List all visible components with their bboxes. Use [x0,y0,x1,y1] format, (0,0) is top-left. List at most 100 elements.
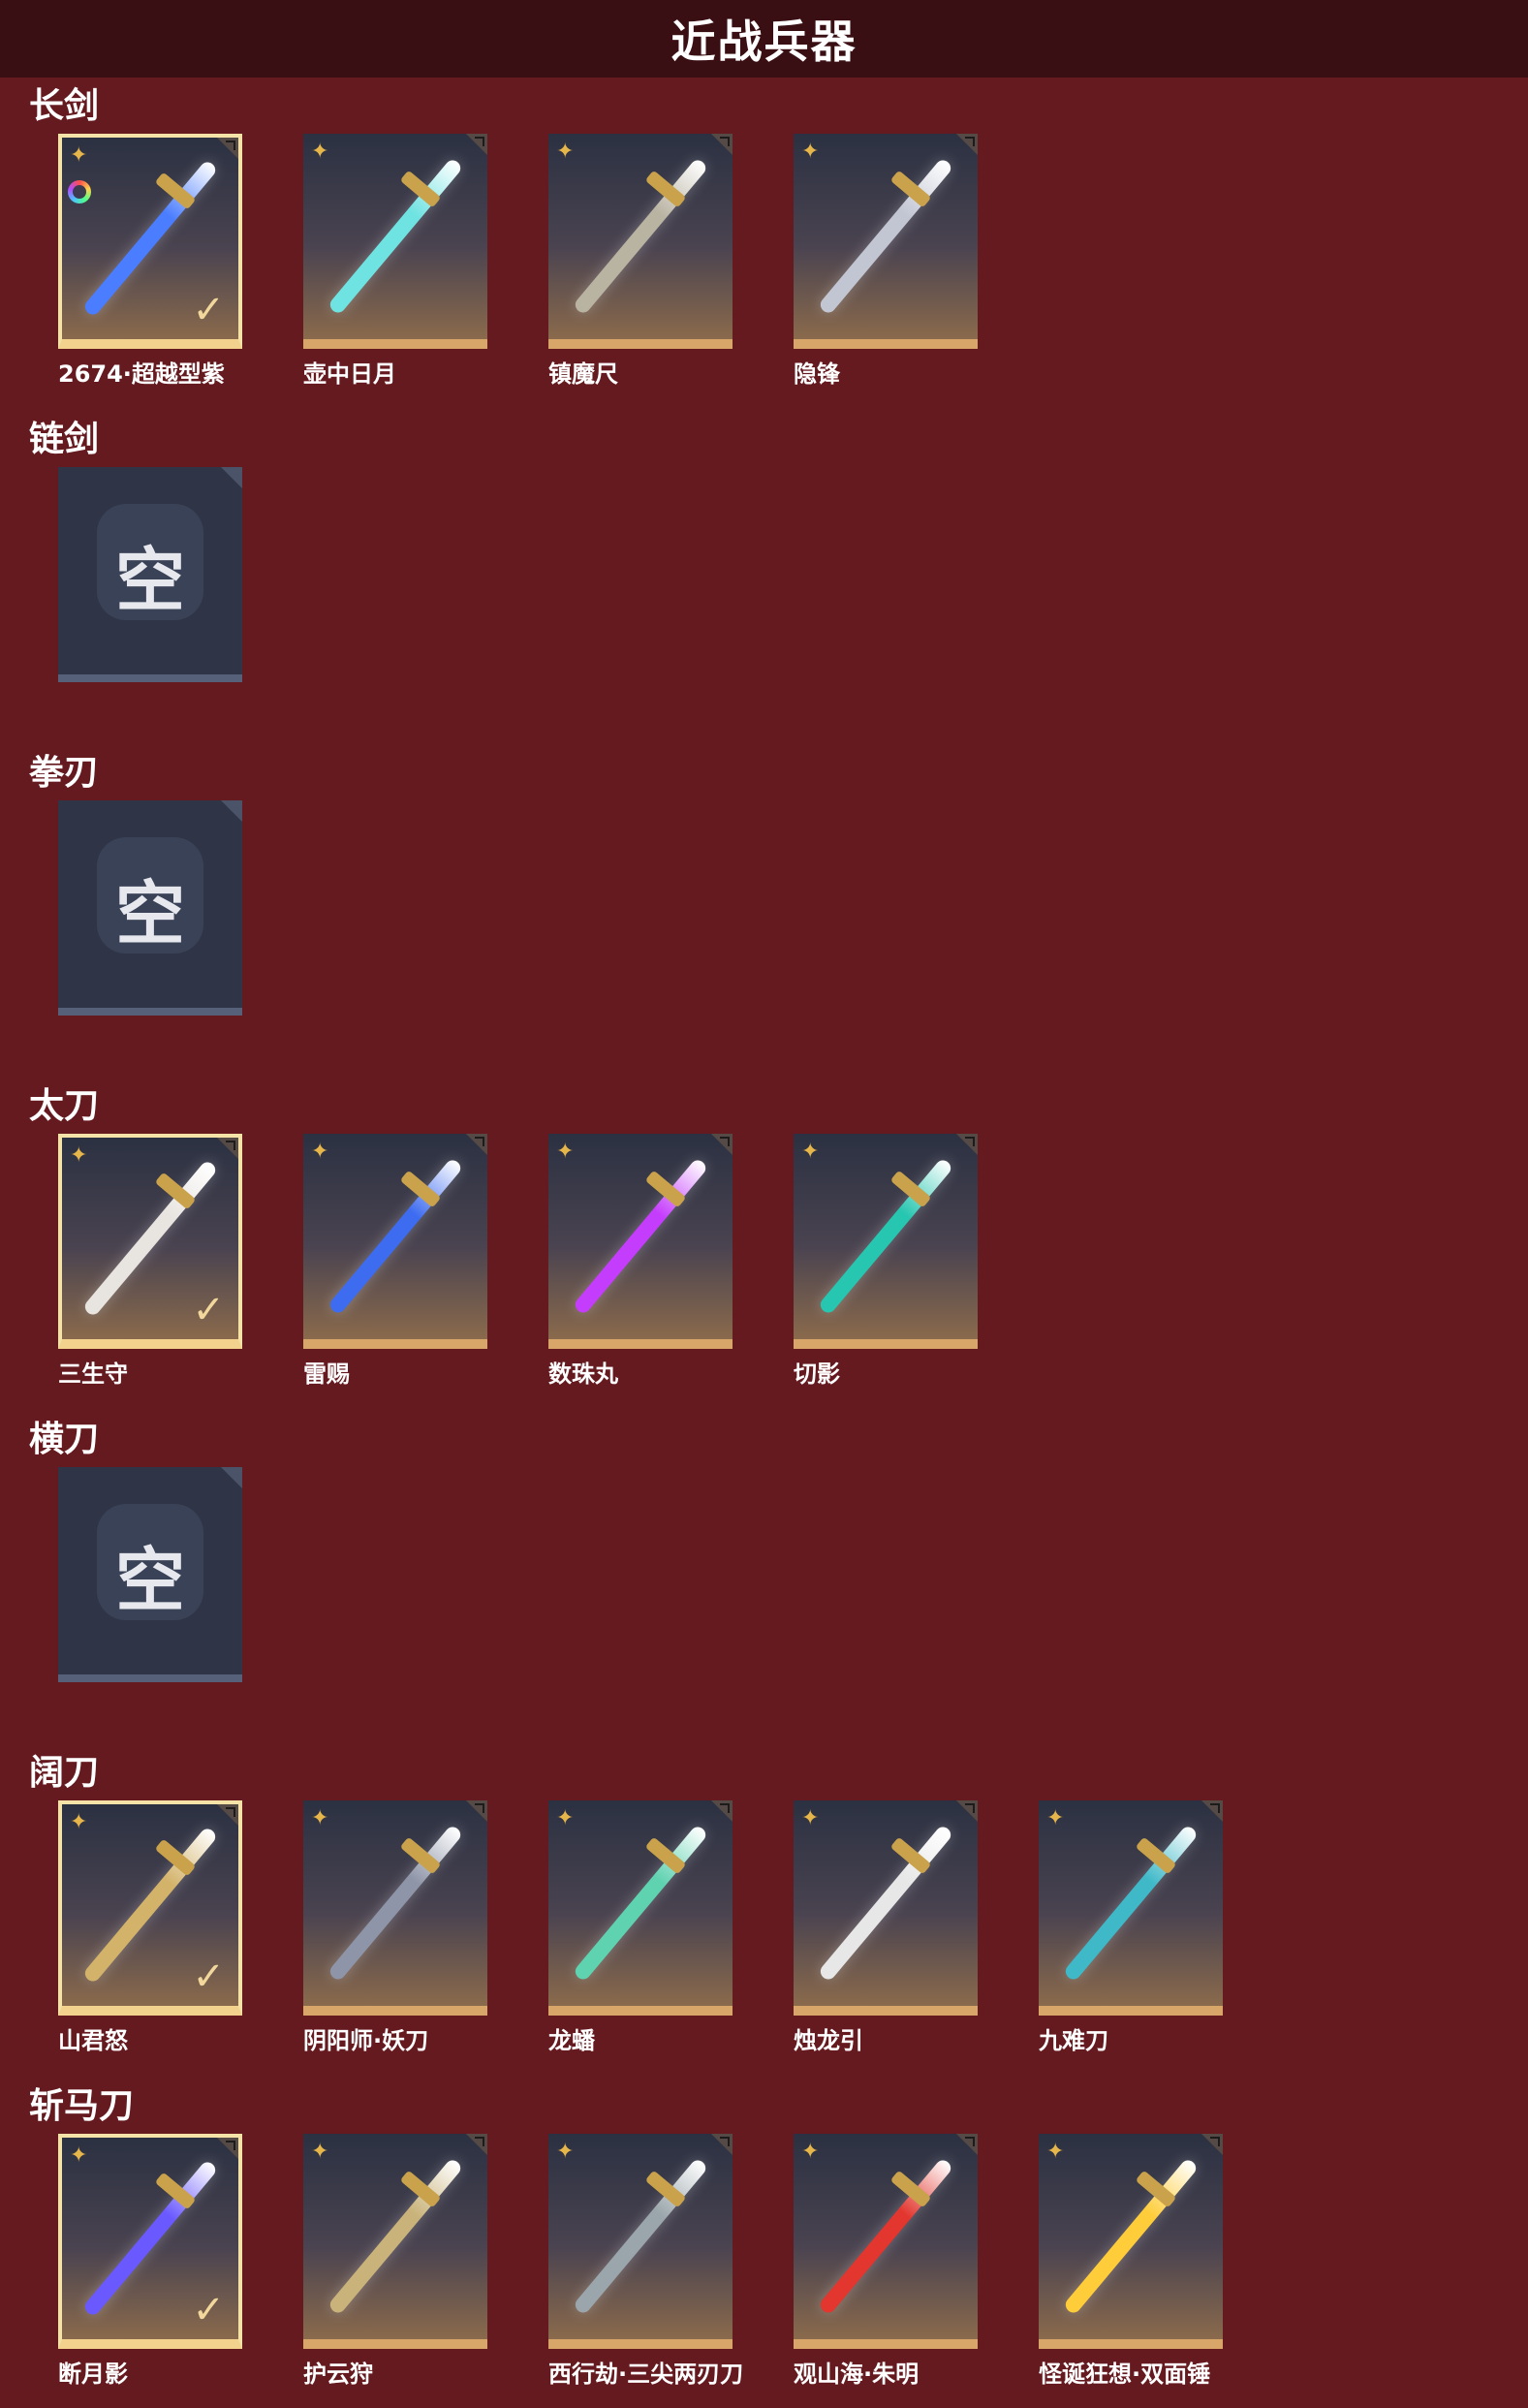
weapon-name: 阴阳师·妖刀 [303,2027,429,2054]
four-point-star-icon: ✦ [70,143,88,168]
weapon-slot[interactable]: ✦ 切影 [794,1134,978,1389]
corner-tab-icon [217,2138,238,2159]
weapon-card[interactable]: ✦ [794,1134,978,1349]
four-point-star-icon: ✦ [311,1806,329,1830]
weapon-image [327,1157,464,1316]
four-point-star-icon: ✦ [311,2140,329,2164]
corner-tab-icon [466,2134,487,2155]
corner-tab-icon [221,800,242,822]
weapon-slot[interactable]: ✦ 雷赐 [303,1134,487,1389]
weapon-image [817,157,954,316]
weapon-card[interactable]: ✦ [548,1800,733,2016]
weapon-name: 壶中日月 [303,360,396,388]
weapon-slot[interactable]: ✦ 隐锋 [794,134,978,389]
weapon-card[interactable]: ✦ [548,1134,733,1349]
weapon-card[interactable]: ✦ [1039,2134,1223,2349]
four-point-star-icon: ✦ [70,1143,88,1168]
weapon-name: 山君怒 [58,2027,128,2054]
four-point-star-icon: ✦ [556,140,575,164]
weapon-image [327,1824,464,1983]
weapon-slot[interactable]: ✦ 九难刀 [1039,1800,1223,2055]
weapon-slot[interactable]: ✦ ✓ 山君怒 [58,1800,242,2055]
section-title: 太刀 [29,1086,100,1126]
weapon-card[interactable]: ✦ [794,134,978,349]
weapon-slot[interactable]: ✦ 西行劫·三尖两刃刀 [548,2134,744,2389]
weapon-card[interactable]: ✦ ✓ [58,2134,242,2349]
title-bar: 近战兵器 [0,0,1528,78]
weapon-slot[interactable]: ✦ 阴阳师·妖刀 [303,1800,487,2055]
four-point-star-icon: ✦ [1046,1806,1065,1830]
weapon-card[interactable]: ✦ ✓ [58,1134,242,1349]
weapon-card[interactable]: ✦ [303,1134,487,1349]
corner-tab-icon [956,1134,978,1155]
four-point-star-icon: ✦ [801,1140,820,1164]
weapon-image [817,1824,954,1983]
empty-card[interactable]: 空 [58,800,242,1016]
weapon-image [1062,1824,1200,1983]
weapon-card[interactable]: ✦ [1039,1800,1223,2016]
weapon-slot[interactable]: ✦ 镇魔尺 [548,134,733,389]
weapon-card[interactable]: ✦ [794,1800,978,2016]
empty-slot[interactable]: 空 [58,1467,242,1682]
weapon-name: 怪诞狂想·双面锤 [1039,2361,1211,2388]
weapon-name: 护云狩 [303,2361,373,2388]
corner-tab-icon [466,1134,487,1155]
weapon-image [572,1824,709,1983]
section-title: 阔刀 [29,1753,100,1793]
corner-tab-icon [217,1804,238,1826]
weapon-card[interactable]: ✦ [303,2134,487,2349]
empty-slot[interactable]: 空 [58,467,242,682]
corner-tab-icon [711,1134,733,1155]
four-point-star-icon: ✦ [311,1140,329,1164]
corner-tab-icon [217,138,238,159]
empty-card[interactable]: 空 [58,1467,242,1682]
weapon-name: 烛龙引 [794,2027,863,2054]
weapon-name: 数珠丸 [548,1360,618,1388]
weapon-image [572,1157,709,1316]
four-point-star-icon: ✦ [556,2140,575,2164]
weapon-image [572,157,709,316]
weapon-image [817,1157,954,1316]
section-title: 链剑 [29,420,100,459]
weapon-slot[interactable]: ✦ ✓ 断月影 [58,2134,242,2389]
empty-slot[interactable]: 空 [58,800,242,1016]
weapon-slot[interactable]: ✦ 护云狩 [303,2134,487,2389]
four-point-star-icon: ✦ [801,140,820,164]
weapon-slot[interactable]: ✦ 烛龙引 [794,1800,978,2055]
corner-tab-icon [466,134,487,155]
corner-tab-icon [711,1800,733,1822]
weapon-name: 雷赐 [303,1360,350,1388]
corner-tab-icon [1201,2134,1223,2155]
weapon-card[interactable]: ✦ [548,2134,733,2349]
corner-tab-icon [711,2134,733,2155]
weapon-name: 镇魔尺 [548,360,618,388]
weapon-slot[interactable]: ✦ 怪诞狂想·双面锤 [1039,2134,1223,2389]
weapon-card[interactable]: ✦ [548,134,733,349]
weapon-image [572,2157,709,2316]
four-point-star-icon: ✦ [801,2140,820,2164]
weapon-image [1062,2157,1200,2316]
weapon-slot[interactable]: ✦ 壶中日月 [303,134,487,389]
checkmark-icon: ✓ [192,1955,225,1999]
corner-tab-icon [956,134,978,155]
empty-label: 空 [114,1540,185,1621]
corner-tab-icon [956,1800,978,1822]
weapon-slot[interactable]: ✦ 数珠丸 [548,1134,733,1389]
weapon-slot[interactable]: ✦ 观山海·朱明 [794,2134,978,2389]
weapon-card[interactable]: ✦ ✓ [58,134,242,349]
weapon-slot[interactable]: ✦ ✓ 三生守 [58,1134,242,1389]
weapon-slot[interactable]: ✦ 龙蟠 [548,1800,733,2055]
empty-card[interactable]: 空 [58,467,242,682]
weapon-name: 西行劫·三尖两刃刀 [548,2361,744,2388]
weapon-card[interactable]: ✦ [303,1800,487,2016]
weapon-name: 九难刀 [1039,2027,1108,2054]
weapon-card[interactable]: ✦ [303,134,487,349]
four-point-star-icon: ✦ [70,1810,88,1834]
empty-label: 空 [114,540,185,621]
weapon-card[interactable]: ✦ ✓ [58,1800,242,2016]
four-point-star-icon: ✦ [70,2143,88,2168]
weapon-slot[interactable]: ✦ ✓ 2674·超越型紫 [58,134,242,389]
weapon-card[interactable]: ✦ [794,2134,978,2349]
weapon-image [817,2157,954,2316]
four-point-star-icon: ✦ [1046,2140,1065,2164]
